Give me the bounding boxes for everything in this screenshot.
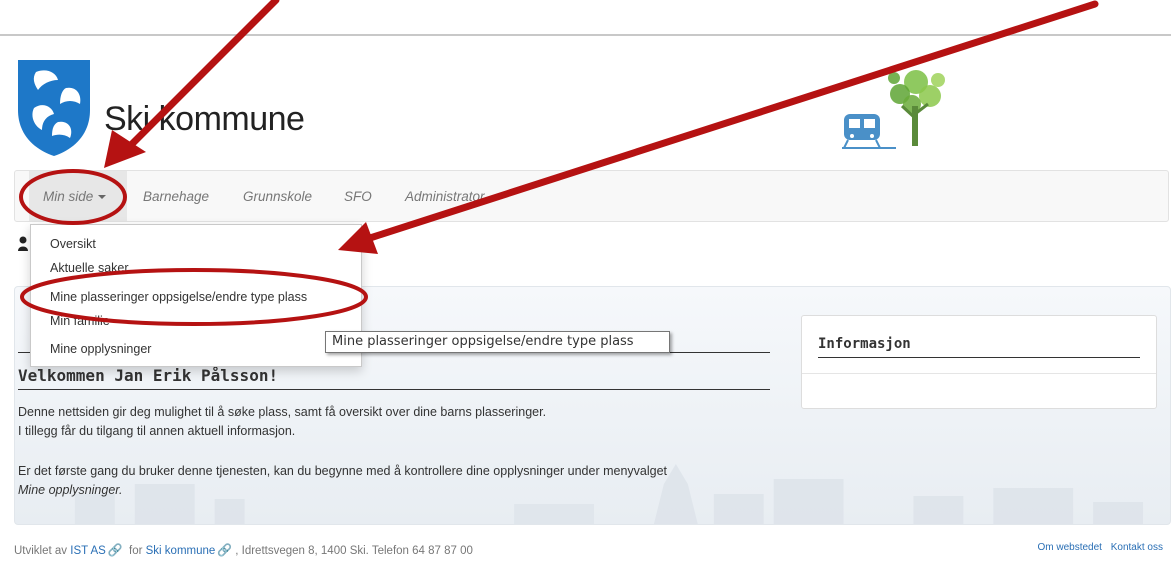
- menu-item-oversikt[interactable]: Oversikt: [50, 237, 96, 251]
- nav-barnehage[interactable]: Barnehage: [143, 171, 209, 221]
- menu-item-mine-plasseringer[interactable]: Mine plasseringer oppsigelse/endre type …: [50, 290, 307, 304]
- intro-line-2: I tillegg får du tilgang til annen aktue…: [18, 424, 296, 438]
- nav-min-side-label: Min side: [43, 189, 94, 204]
- user-icon[interactable]: [18, 236, 28, 252]
- nav-administrator[interactable]: Administrator: [405, 171, 485, 221]
- footer-links: Om webstedet Kontakt oss: [1031, 542, 1163, 553]
- footer-for: for: [129, 545, 143, 557]
- footer-company-link[interactable]: IST AS: [70, 545, 106, 557]
- menu-item-aktuelle-saker[interactable]: Aktuelle saker: [50, 261, 129, 275]
- min-side-dropdown-menu: Oversikt Aktuelle saker Mine plasseringe…: [30, 224, 362, 367]
- menu-item-min-familie[interactable]: Min familie: [50, 314, 110, 328]
- main-navbar: Min side Barnehage Grunnskole SFO Admini…: [14, 170, 1169, 222]
- heading-rule-bottom: [18, 389, 770, 390]
- information-separator: [802, 373, 1156, 374]
- intro-line-3: Er det første gang du bruker denne tjene…: [18, 464, 668, 478]
- top-divider: [0, 34, 1171, 36]
- intro-line-1: Denne nettsiden gir deg mulighet til å s…: [18, 405, 547, 419]
- footer-address: , Idrettsvegen 8, 1400 Ski. Telefon 64 8…: [235, 545, 473, 557]
- footer-about-link[interactable]: Om webstedet: [1037, 542, 1101, 553]
- external-link-icon: 🔗: [107, 543, 123, 557]
- footer-kommune-link[interactable]: Ski kommune: [146, 545, 216, 557]
- information-panel: Informasjon: [801, 315, 1157, 409]
- ski-crest-logo[interactable]: [16, 58, 92, 158]
- annotation-arrow-left: [104, 0, 280, 168]
- tree-train-logo: [842, 70, 945, 149]
- nav-sfo[interactable]: SFO: [344, 171, 372, 221]
- external-link-icon: 🔗: [217, 543, 233, 557]
- information-rule: [818, 357, 1140, 358]
- nav-grunnskole[interactable]: Grunnskole: [243, 171, 312, 221]
- welcome-heading: Velkommen Jan Erik Pålsson!: [18, 366, 279, 385]
- footer-contact-link[interactable]: Kontakt oss: [1111, 542, 1163, 553]
- footer-credits: Utviklet av IST AS 🔗 for Ski kommune 🔗, Id…: [14, 543, 473, 557]
- menu-item-mine-opplysninger[interactable]: Mine opplysninger: [50, 342, 151, 356]
- site-title[interactable]: Ski kommune: [104, 100, 305, 139]
- caret-down-icon: [98, 195, 107, 200]
- information-title: Informasjon: [818, 336, 911, 352]
- nav-min-side[interactable]: Min side: [29, 171, 127, 221]
- intro-line-4: Mine opplysninger.: [18, 483, 123, 497]
- footer-prefix: Utviklet av: [14, 545, 68, 557]
- menu-tooltip: Mine plasseringer oppsigelse/endre type …: [325, 331, 670, 353]
